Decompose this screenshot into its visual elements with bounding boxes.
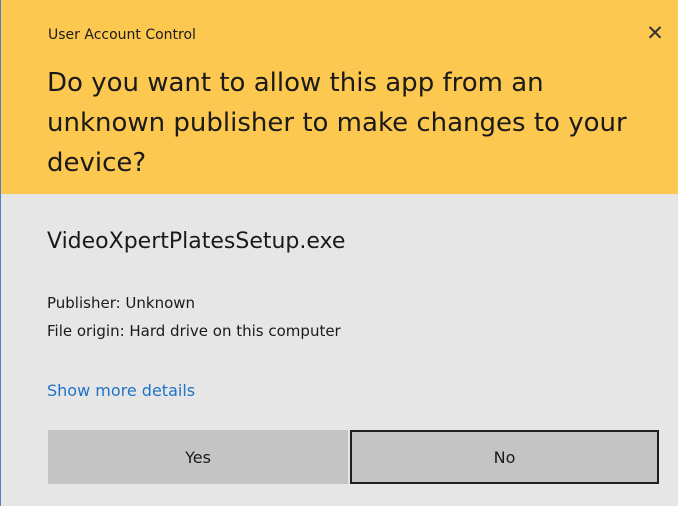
- uac-dialog: User Account Control ✕ Do you want to al…: [0, 0, 678, 506]
- dialog-header: User Account Control ✕ Do you want to al…: [1, 0, 678, 194]
- yes-button[interactable]: Yes: [48, 430, 348, 484]
- close-button[interactable]: ✕: [640, 18, 670, 48]
- file-origin-info: File origin: Hard drive on this computer: [47, 322, 341, 340]
- publisher-info: Publisher: Unknown: [47, 294, 196, 312]
- no-button[interactable]: No: [350, 430, 659, 484]
- close-icon: ✕: [646, 21, 664, 45]
- app-name: VideoXpertPlatesSetup.exe: [47, 229, 346, 254]
- show-more-details-link[interactable]: Show more details: [47, 381, 195, 400]
- prompt-question: Do you want to allow this app from an un…: [47, 68, 627, 178]
- window-title: User Account Control: [48, 27, 196, 43]
